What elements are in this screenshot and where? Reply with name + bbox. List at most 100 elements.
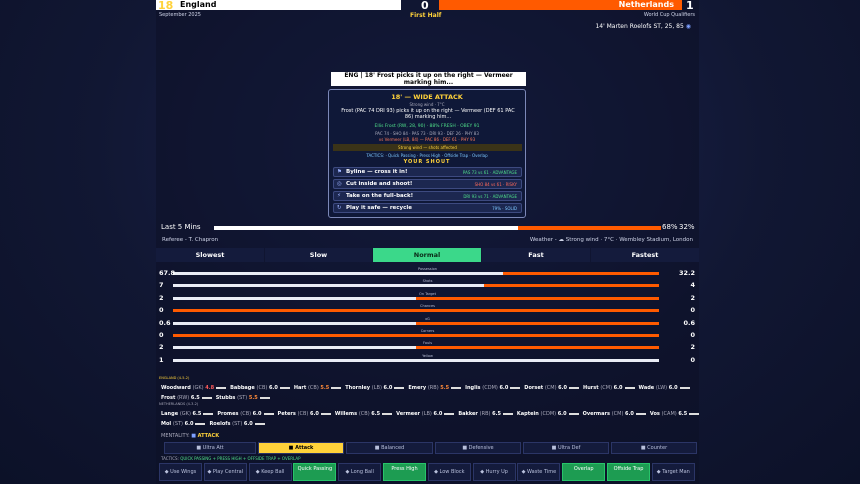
event-weather: Strong wind · 7°C — [409, 102, 445, 107]
mentality-counter[interactable]: ■ Counter — [611, 442, 697, 454]
tactic-press-high[interactable]: Press High — [383, 463, 426, 481]
tactic-play-central[interactable]: ◆ Play Central — [203, 463, 247, 481]
option-tag: SHO 84 vs 61 · RISKY — [474, 182, 517, 187]
player-chip[interactable]: Dorset (CM) 6.0 — [524, 385, 580, 391]
goal-event-text: 14' Marten Roelofs ST, 25, 85 — [595, 23, 684, 30]
option-label: Byline — cross it in! — [346, 169, 408, 175]
player-chip[interactable]: Frost (RW) 6.5 — [161, 395, 212, 401]
tactics-summary: TACTICS: · Quick Passing · Press High · … — [366, 153, 488, 158]
tactic-keep-ball[interactable]: ◆ Keep Ball — [248, 463, 292, 481]
stat-name: Fouls — [422, 341, 433, 346]
shout-option-shoot[interactable]: ◎ Cut inside and shoot! SHO 84 vs 61 · RIS… — [333, 179, 522, 189]
stat-away-value: 0.6 — [683, 318, 695, 327]
player-chip[interactable]: Promes (CB) 6.0 — [217, 411, 274, 417]
event-card: 18' — WIDE ATTACK Strong wind · 7°C Fros… — [328, 89, 526, 218]
stat-home-value: 0 — [159, 306, 164, 315]
target-icon: ◎ — [337, 181, 342, 187]
tactic-low-block[interactable]: ◆ Low Block — [427, 463, 471, 481]
away-lineup-row: Lange (GK) 6.5 Promes (CB) 6.0 Peters (CB)… — [161, 408, 703, 417]
shout-prompt: YOUR SHOUT — [403, 159, 451, 165]
stat-bar — [173, 321, 659, 325]
tactic-offside-trap[interactable]: Offside Trap — [607, 463, 650, 481]
player-chip[interactable]: Bakker (RB) 6.5 — [458, 411, 513, 417]
home-formation: ENGLAND (4-5-2) — [159, 376, 190, 380]
player-chip[interactable]: Woodward (GK) 4.8 — [161, 385, 227, 391]
tactic-overlap[interactable]: Overlap — [562, 463, 606, 481]
stat-away-value: 32.2 — [678, 269, 695, 277]
home-score-badge: 18 — [158, 0, 174, 12]
player-chip[interactable]: Vos (CAM) 6.5 — [650, 411, 700, 417]
player-chip[interactable]: Lange (GK) 6.5 — [161, 411, 214, 417]
stat-bar-away — [416, 321, 659, 325]
player-chip[interactable]: Mol (ST) 6.0 — [161, 421, 206, 427]
tactics-current: QUICK PASSING + PRESS HIGH + OFFSIDE TRA… — [180, 456, 301, 461]
tactic-long-ball[interactable]: ◆ Long Ball — [338, 463, 382, 481]
player-chip[interactable]: Vermeer (LB) 6.0 — [396, 411, 455, 417]
player-chip[interactable]: Overmars (CM) 6.0 — [583, 411, 646, 417]
speed-normal[interactable]: Normal — [373, 248, 481, 262]
home-lineup-row: Frost (RW) 6.5 Stubbs (ST) 5.5 — [161, 392, 274, 401]
mentality-bar: MENTALITY: ■ ATTACK — [161, 433, 219, 439]
tactic-hurry-up[interactable]: ◆ Hurry Up — [472, 463, 516, 481]
player-chip[interactable]: Babbage (CB) 6.0 — [230, 385, 290, 391]
goal-event: 14' Marten Roelofs ST, 25, 85 ◉ — [595, 23, 691, 30]
stat-bar — [173, 334, 659, 337]
player-chip[interactable]: Kaptein (CDM) 6.0 — [517, 411, 579, 417]
option-label: Take on the full-back! — [346, 193, 414, 199]
speed-slowest[interactable]: Slowest — [156, 248, 264, 262]
match-stats: Possession 67.8 32.2 Shots 7 4 On Target 2 2 Chan… — [156, 267, 699, 368]
speed-fastest[interactable]: Fastest — [591, 248, 699, 262]
mentality-label: MENTALITY: — [161, 433, 190, 439]
player-chip[interactable]: Emery (RB) 5.5 — [408, 385, 462, 391]
tactics-bar: TACTICS: QUICK PASSING + PRESS HIGH + OF… — [161, 456, 301, 461]
mentality-ultra-att[interactable]: ■ Ultra Att — [164, 442, 256, 454]
stat-home-value: 2 — [159, 343, 164, 352]
stat-bar-away — [484, 284, 659, 288]
speed-fast[interactable]: Fast — [482, 248, 590, 262]
player-chip[interactable]: Peters (CB) 6.0 — [278, 411, 331, 417]
tactic-waste-time[interactable]: ◆ Waste Time — [517, 463, 561, 481]
player-chip[interactable]: Thornley (LB) 6.0 — [345, 385, 405, 391]
opponent-attributes: vs Vermeer (LB, 84) — PAC 86 · DEF 61 · … — [378, 137, 476, 142]
commentary-banner: ENG | 18' Frost picks it up on the right… — [331, 72, 526, 86]
stat-bar-away — [416, 346, 659, 350]
stat-name: On Target — [419, 291, 436, 296]
tactic-use-wings[interactable]: ◆ Use Wings — [159, 463, 202, 481]
shout-option-recycle[interactable]: ↻ Play it safe — recycle 79% · SOLID — [333, 203, 522, 213]
stat-bar — [173, 346, 659, 350]
tactic-target-man[interactable]: ◆ Target Man — [651, 463, 695, 481]
stat-away-value: 0 — [690, 306, 695, 315]
player-chip[interactable]: Willems (CB) 6.5 — [335, 411, 393, 417]
match-period: First Half — [410, 12, 442, 19]
player-chip[interactable]: Stubbs (ST) 5.5 — [216, 395, 270, 401]
option-tag: DRI 93 vs 71 · ADVANTAGE — [463, 194, 517, 199]
player-chip[interactable]: Inglis (CDM) 6.0 — [465, 385, 521, 391]
recycle-icon: ↻ — [337, 205, 342, 211]
player-chip[interactable]: Hurst (CM) 6.0 — [583, 385, 635, 391]
tactics-label: TACTICS: — [161, 456, 179, 461]
stat-name: Yellow — [422, 353, 433, 358]
away-goals: 1 — [686, 0, 694, 12]
mentality-attack[interactable]: ■ Attack — [258, 442, 344, 454]
option-label: Play it safe — recycle — [346, 205, 412, 211]
shout-option-dribble[interactable]: ⚡ Take on the full-back! DRI 93 vs 71 · AD… — [333, 191, 522, 201]
stat-name: Chances — [420, 304, 435, 309]
stat-bar-away — [502, 272, 659, 275]
speed-slow[interactable]: Slow — [265, 248, 372, 262]
tactic-quick-passing[interactable]: Quick Passing — [293, 463, 337, 481]
home-lineup-row: Woodward (GK) 4.8 Babbage (CB) 6.0 Hart (C… — [161, 382, 694, 391]
stat-name: Possession — [418, 267, 437, 271]
ball-icon: ◉ — [685, 23, 691, 30]
mentality-balanced[interactable]: ■ Balanced — [346, 442, 433, 454]
stat-bar — [173, 272, 659, 275]
stat-home-value: 1 — [159, 355, 164, 364]
player-chip[interactable]: Hart (CB) 5.5 — [294, 385, 342, 391]
stat-name: Corners — [420, 329, 435, 333]
player-chip[interactable]: Wade (LW) 6.0 — [639, 385, 690, 391]
mentality-ultra-def[interactable]: ■ Ultra Def — [523, 442, 609, 454]
shout-option-cross[interactable]: ⚑ Byline — cross it in! PAS 73 vs 61 · ADV… — [333, 167, 522, 177]
player-chip[interactable]: Roelofs (ST) 6.0 — [209, 421, 265, 427]
match-screen: England 18 0 Netherlands 1 September 202… — [156, 0, 700, 484]
last5-away-pct: 32% — [679, 223, 695, 231]
mentality-defensive[interactable]: ■ Defensive — [435, 442, 521, 454]
